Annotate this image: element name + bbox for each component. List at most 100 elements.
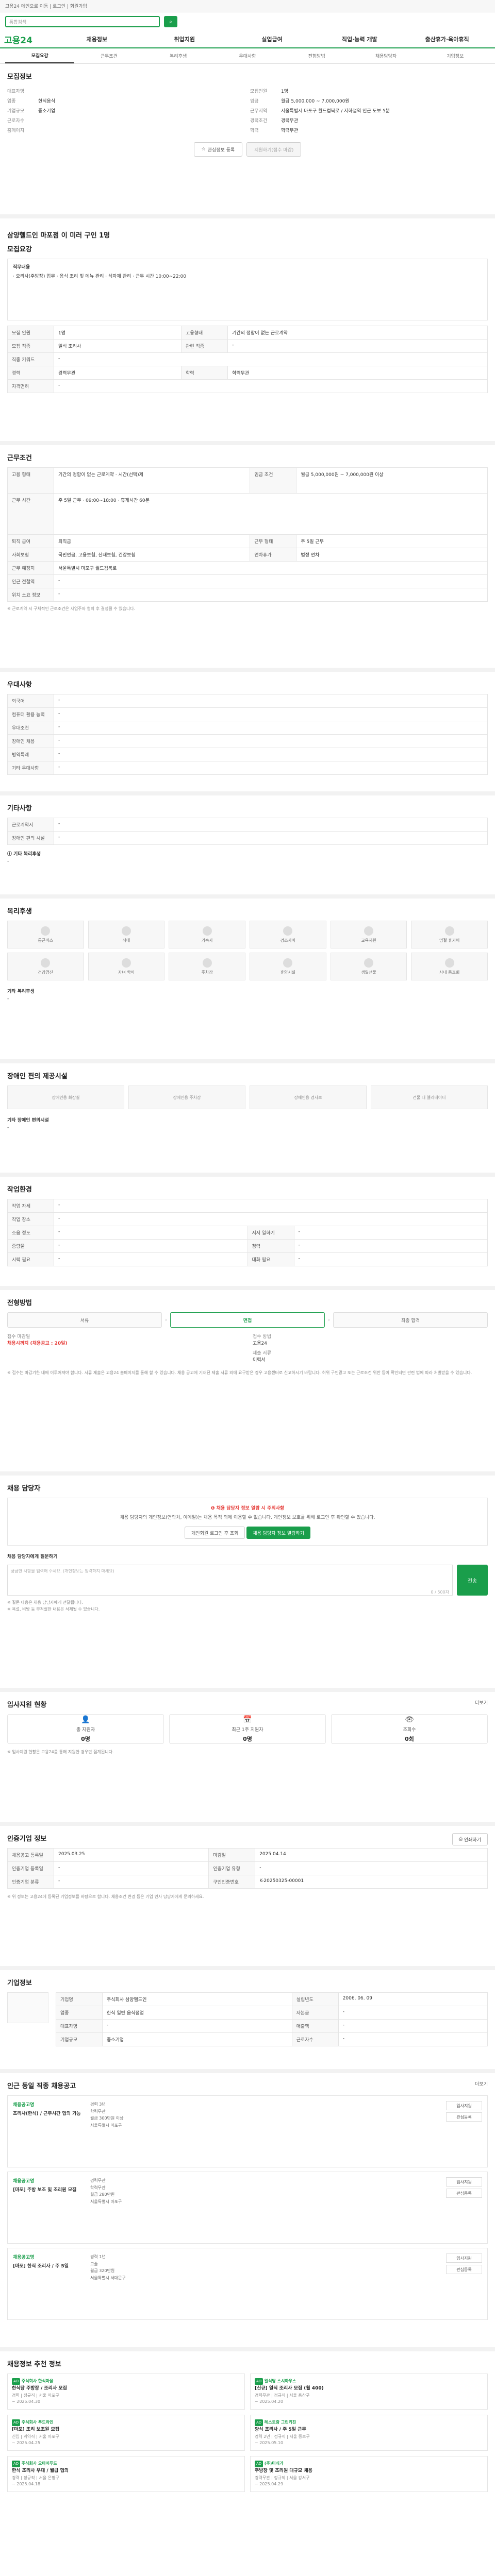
tab-recruit[interactable]: 모집요강 [5,48,75,63]
gnb-item-training[interactable]: 직업·능력 개발 [316,35,403,43]
login-view-button[interactable]: 개인회원 로그인 후 조회 [185,1527,245,1539]
stat-card: 👤 총 지원자 0명 [7,1714,164,1744]
welfare-card: 생일선물 [330,953,407,980]
book-icon [364,926,373,936]
workenv-section: 작업환경 작업 자세 - 작업 장소 - 소음 정도 - 서서 일하기 - 중량물 - 청력 -… [0,1177,495,1290]
related-job-card[interactable]: 채용공고명 [마포] 한식 조리사 / 주 5일 경력 1년 고졸 월급 320만원 서… [7,2248,488,2320]
ad-card[interactable]: AD 레스토랑 그린키친 양식 조리사 / 주 5일 근무 경력 2년 | 정규직 … [250,2415,488,2451]
related-apply-button[interactable]: 입사지원 [446,2177,482,2187]
workenv-table: 작업 자세 - 작업 장소 - 소음 정도 - 서서 일하기 - 중량물 - 청력 - 시력 필… [7,1199,488,1266]
welfare-section: 복리후생 통근버스 식대 기숙사 경조사비 교육지원 명절 휴가비 건강검진 자… [0,899,495,1063]
tab-company[interactable]: 기업정보 [421,48,490,63]
welfare-card: 기숙사 [169,921,245,948]
stats-row: 👤 총 지원자 0명 📅 최근 1주 지원자 0명 👁 조회수 0회 [7,1714,488,1744]
welfare-card: 주차장 [169,953,245,980]
house-icon [202,926,212,936]
site-logo[interactable]: 고용24 [4,33,53,46]
welfare-grid: 통근버스 식대 기숙사 경조사비 교육지원 명절 휴가비 건강검진 자녀 학비 … [7,921,488,980]
meal-icon [121,926,131,936]
search-row: 통합검색 ⌕ [0,12,495,31]
stat-card: 👁 조회수 0회 [331,1714,488,1744]
gnb-item-leave[interactable]: 출산휴가·육아휴직 [403,35,491,43]
welfare-card: 자녀 학비 [88,953,165,980]
gnb-item-jobs[interactable]: 채용정보 [53,35,141,43]
parking-icon [202,958,212,968]
ad-badge: AD [255,2419,263,2427]
recruit-title: 모집요강 [7,246,32,253]
stat-card: 📅 최근 1주 지원자 0명 [169,1714,326,1744]
selection-steps: 서류 › 면접 › 최종 합격 [7,1312,488,1328]
eye-icon: 👁 [405,1715,414,1724]
related-apply-button[interactable]: 입사지원 [446,2101,482,2110]
company-left-info: 대표자명 업종 한식음식 기업규모 중소기업 근로자수 홈페이지 [7,89,56,133]
related-job-card[interactable]: 채용공고명 [마포] 주방 보조 및 조리원 모집 경력무관 학력무관 월급 280만… [7,2172,488,2244]
facility-card: 장애인용 경사로 [250,1086,367,1109]
question-submit-button[interactable]: 전송 [457,1565,488,1596]
ad-card[interactable]: AD (주)미식가 주방장 및 조리원 대규모 채용 경력무관 | 정규직 | 서울… [250,2456,488,2492]
resort-icon [283,958,293,968]
stats-more-link[interactable]: 더보기 [475,1699,488,1714]
selection-details: 접수 마감일 채용시까지 (채용공고 : 20일) 접수 방법 고용24 제출 … [7,1334,271,1363]
related-scrap-button[interactable]: 관심등록 [446,2189,482,2198]
question-input[interactable]: 궁금한 사항을 입력해 주세요. (개인정보는 입력하지 마세요) 0 / 500… [7,1565,453,1596]
conditions-title: 근무조건 [7,454,32,462]
conditions-note: ※ 근로계약 시 구체적인 근로조건은 사업주와 협의 후 결정될 수 있습니다… [7,606,136,611]
etc-table: 근로계약서 - 장애인 편의 시설 - [7,818,488,845]
welfare-card: 통근버스 [7,921,84,948]
company-logo [7,1992,48,2023]
user-icon: 👤 [81,1715,90,1724]
tab-manager[interactable]: 채용담당자 [351,48,420,63]
company-summary: 모집정보 대표자명 업종 한식음식 기업규모 중소기업 근로자수 홈페이지 모집인원… [0,64,495,218]
related-apply-button[interactable]: 입사지원 [446,2253,482,2263]
welfare-title: 복리후생 [7,908,32,916]
disabled-grid: 장애인용 화장실 장애인용 주차장 장애인용 경사로 건물 내 엘리베이터 [7,1086,488,1109]
selection-section: 전형방법 서류 › 면접 › 최종 합격 접수 마감일 채용시까지 (채용공고 … [0,1290,495,1476]
ad-badge: AD [255,2378,263,2385]
recruit-section: 삼양헬드인 마포점 이 미러 구인 1명 모집요강 직무내용 · 요리사(주방장… [0,218,495,445]
etc-section: 기타사항 근로계약서 - 장애인 편의 시설 - ⓘ 기타 복리후생 - [0,795,495,899]
detail-tabs: 모집요강 근무조건 복리후생 우대사항 전형방법 채용담당자 기업정보 [0,48,495,64]
disabled-title: 장애인 편의 제공시설 [7,1073,68,1080]
ad-card[interactable]: AD 주식회사 오마이푸드 한식 조리사 우대 / 월급 협의 경력 | 정규직 |… [7,2456,245,2492]
manager-warning: ❶ 채용 담당자 정보 열람 시 주의사항 채용 담당자의 개인정보(연락처, … [7,1498,488,1546]
related-job-card[interactable]: 채용공고명 조리사(한식) / 근무시간 협의 가능 경력 3년 학력무관 월급 30… [7,2095,488,2167]
scrap-button[interactable]: ☆ 관심정보 등록 [193,142,243,157]
prefer-table: 외국어 - 컴퓨터 활용 능력 - 우대조건 - 장애인 채용 - 병역특례 - 기타 우… [7,694,488,775]
company-right-info: 모집인원 1명 임금 월급 5,000,000 ~ 7,000,000원 근무지역 서… [250,89,390,133]
coin-icon [444,926,454,936]
calendar-icon: 📅 [243,1715,252,1724]
global-nav: 고용24 채용정보 취업지원 실업급여 직업·능력 개발 출산휴가·육아휴직 [0,31,495,48]
related-more-link[interactable]: 더보기 [475,2080,488,2095]
print-icon: ⎙ [458,1837,463,1842]
ads-grid: AD 주식회사 한식마을 한식당 주방장 / 조리사 모집 경력 | 정규직 | 서… [7,2374,488,2492]
related-title: 인근 동일 직종 채용공고 [7,2082,76,2090]
tab-selection[interactable]: 전형방법 [282,48,351,63]
stats-section: 입사지원 현황 더보기 👤 총 지원자 0명 📅 최근 1주 지원자 0명 👁 조회수 0회… [0,1692,495,1826]
gnb-item-support[interactable]: 취업지원 [141,35,228,43]
ad-card[interactable]: AD 주식회사 한식마을 한식당 주방장 / 조리사 모집 경력 | 정규직 | 서… [7,2374,245,2410]
child-icon [121,958,131,968]
step-document: 서류 [7,1312,162,1328]
related-scrap-button[interactable]: 관심등록 [446,2265,482,2274]
welfare-card: 사내 동호회 [411,953,488,980]
tab-welfare[interactable]: 복리후생 [144,48,213,63]
print-button[interactable]: ⎙ 인쇄하기 [452,1833,488,1845]
tab-conditions[interactable]: 근무조건 [74,48,143,63]
tab-prefer[interactable]: 우대사항 [213,48,282,63]
manager-title: 채용 담당자 [7,1485,41,1493]
search-button[interactable]: ⌕ [164,16,177,27]
step-final: 최종 합격 [333,1312,488,1328]
ad-card[interactable]: AD 일식당 스시하우스 [신규] 일식 조리사 모집 (월 400) 경력무관 |… [250,2374,488,2410]
manager-section: 채용 담당자 ❶ 채용 담당자 정보 열람 시 주의사항 채용 담당자의 개인정… [0,1476,495,1692]
prefer-title: 우대사항 [7,681,32,689]
step-interview: 면접 [170,1312,325,1328]
company-info-title: 기업정보 [7,1979,32,1987]
ad-card[interactable]: AD 주식회사 푸드라인 [마포] 조리 보조원 모집 신입 | 계약직 | 서울 … [7,2415,245,2451]
view-manager-button[interactable]: 채용 담당자 정보 열람하기 [246,1527,310,1539]
apply-button[interactable]: 지원하기(접수 마감) [246,142,302,157]
gnb-item-benefit[interactable]: 실업급여 [228,35,316,43]
search-input[interactable]: 통합검색 [5,16,160,27]
welfare-card: 휴양시설 [250,953,326,980]
welfare-card: 교육지원 [330,921,407,948]
related-scrap-button[interactable]: 관심등록 [446,2112,482,2122]
